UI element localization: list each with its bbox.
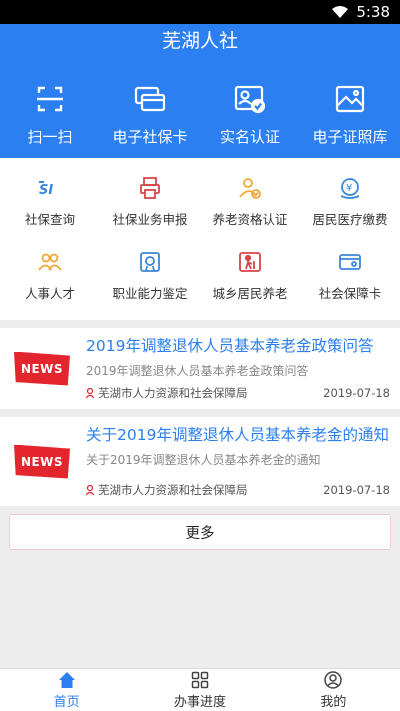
certificate-icon: [140, 252, 160, 272]
service-resident-pension[interactable]: 城乡居民养老: [200, 242, 300, 314]
service-personnel[interactable]: 人事人才: [0, 242, 100, 314]
grid-icon: [191, 671, 209, 688]
news-title: 关于2019年调整退休人员基本养老金的通知: [86, 426, 389, 444]
service-grid: SI 社保查询 社保业务申报 养老资格认证 ¥ 居民医疗缴费 人事人才 职业能力…: [0, 158, 400, 320]
id-verify-icon: [234, 85, 266, 114]
more-button[interactable]: 更多: [9, 514, 391, 550]
news-date: 2019-07-18: [323, 483, 390, 497]
news-source: 芜湖市人力资源和社会保障局: [98, 483, 248, 497]
quick-actions: 扫一扫 电子社保卡 实名认证 电子证照库: [0, 58, 400, 158]
user-icon: [324, 670, 343, 689]
bottom-tab-bar: 首页 办事进度 我的: [0, 668, 400, 711]
tab-home[interactable]: 首页: [0, 669, 133, 711]
news-item[interactable]: NEWS 2019年调整退休人员基本养老金政策问答 2019年调整退休人员基本养…: [0, 328, 400, 409]
news-thumbnail: NEWS: [14, 336, 74, 401]
svg-text:SI: SI: [39, 183, 53, 198]
printer-icon: [140, 177, 160, 199]
quick-e-si-card[interactable]: 电子社保卡: [100, 58, 200, 158]
source-icon: [86, 485, 94, 495]
service-si-card[interactable]: 社会保障卡: [300, 242, 400, 314]
news-item[interactable]: NEWS 关于2019年调整退休人员基本养老金的通知 关于2019年调整退休人员…: [0, 417, 400, 506]
app-title: 芜湖人社: [0, 24, 400, 58]
quick-e-license-library[interactable]: 电子证照库: [300, 58, 400, 158]
gallery-icon: [335, 85, 365, 113]
service-pension-cert[interactable]: 养老资格认证: [200, 168, 300, 240]
source-icon: [86, 388, 94, 398]
payment-icon: ¥: [340, 178, 360, 199]
card-icon: [339, 254, 361, 270]
service-skill-appraisal[interactable]: 职业能力鉴定: [100, 242, 200, 314]
news-desc: 关于2019年调整退休人员基本养老金的通知: [86, 453, 321, 467]
news-source: 芜湖市人力资源和社会保障局: [98, 386, 248, 400]
news-badge: NEWS: [14, 351, 70, 386]
wifi-icon: [332, 6, 349, 18]
home-icon: [58, 671, 75, 688]
news-date: 2019-07-18: [323, 386, 390, 400]
tab-mine[interactable]: 我的: [267, 669, 400, 711]
tab-progress[interactable]: 办事进度: [133, 669, 266, 711]
si-search-icon: SI: [39, 181, 53, 198]
cards-icon: [134, 86, 166, 112]
service-si-declare[interactable]: 社保业务申报: [100, 168, 200, 240]
elder-icon: [239, 252, 261, 272]
news-badge: NEWS: [14, 444, 70, 479]
service-medical-payment[interactable]: ¥ 居民医疗缴费: [300, 168, 400, 240]
svg-text:¥: ¥: [346, 183, 352, 194]
quick-scan[interactable]: 扫一扫: [0, 58, 100, 158]
status-time: 5:38: [356, 3, 390, 21]
news-list: NEWS 2019年调整退休人员基本养老金政策问答 2019年调整退休人员基本养…: [0, 328, 400, 506]
people-icon: [38, 253, 62, 271]
quick-real-name-auth[interactable]: 实名认证: [200, 58, 300, 158]
news-desc: 2019年调整退休人员基本养老金政策问答: [86, 364, 309, 378]
status-bar: 5:38: [0, 0, 400, 24]
service-si-query[interactable]: SI 社保查询: [0, 168, 100, 240]
news-thumbnail: NEWS: [14, 425, 74, 498]
scan-icon: [37, 86, 63, 112]
person-check-icon: [239, 178, 261, 199]
news-title: 2019年调整退休人员基本养老金政策问答: [86, 337, 374, 355]
